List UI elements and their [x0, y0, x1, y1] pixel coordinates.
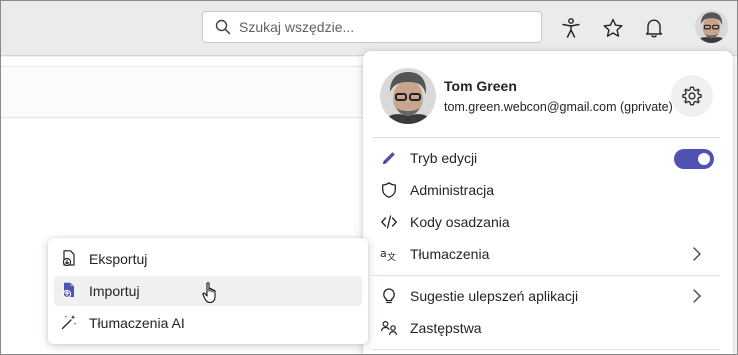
toggle-knob	[698, 153, 710, 165]
import-icon	[60, 281, 78, 302]
panel-divider	[372, 137, 720, 138]
submenu-item-export[interactable]: Eksportuj	[54, 244, 362, 274]
submenu-item-ai-translations[interactable]: Tłumaczenia AI	[54, 308, 362, 338]
avatar[interactable]	[695, 10, 728, 43]
notifications-button[interactable]	[639, 13, 669, 43]
chevron-right-icon	[690, 288, 704, 307]
menu-item-label: Tryb edycji	[410, 150, 478, 166]
submenu-item-label: Eksportuj	[89, 251, 148, 267]
bell-icon	[645, 19, 663, 38]
gear-icon	[682, 86, 702, 106]
menu-item-label: Sugestie ulepszeń aplikacji	[410, 288, 579, 304]
hand-cursor-icon	[201, 281, 221, 308]
menu-item-substitutions[interactable]: Zastępstwa	[372, 313, 722, 343]
menu-item-label: Zastępstwa	[410, 320, 482, 336]
favorites-button[interactable]	[598, 13, 628, 43]
page-header-strip	[0, 66, 380, 118]
search-placeholder: Szukaj wszędzie...	[239, 19, 355, 35]
code-icon	[380, 213, 398, 231]
panel-divider	[372, 275, 720, 276]
accessibility-icon	[562, 18, 580, 38]
export-icon	[60, 249, 78, 270]
chevron-right-icon	[690, 246, 704, 265]
svg-text:文: 文	[387, 251, 396, 263]
profile-avatar	[380, 68, 436, 124]
shield-icon	[380, 181, 398, 199]
user-photo-icon	[695, 10, 728, 43]
submenu-item-label: Importuj	[89, 283, 140, 299]
settings-button[interactable]	[671, 75, 713, 117]
search-icon	[215, 19, 231, 35]
magic-wand-icon	[60, 313, 78, 334]
user-photo-icon	[380, 68, 436, 124]
pencil-icon	[380, 149, 398, 167]
menu-item-translations[interactable]: a 文 Tłumaczenia	[372, 239, 722, 269]
panel-divider	[372, 349, 720, 350]
menu-item-embed-codes[interactable]: Kody osadzania	[372, 207, 722, 237]
menu-item-administration[interactable]: Administracja	[372, 175, 722, 205]
menu-item-edit-mode[interactable]: Tryb edycji	[372, 143, 722, 173]
edit-mode-toggle[interactable]	[674, 149, 714, 169]
submenu-item-label: Tłumaczenia AI	[89, 315, 185, 331]
top-bar: Szukaj wszędzie...	[0, 0, 738, 56]
svg-text:a: a	[380, 247, 387, 260]
accessibility-button[interactable]	[556, 13, 586, 43]
menu-item-label: Kody osadzania	[410, 214, 510, 230]
lightbulb-icon	[380, 287, 398, 305]
translate-icon: a 文	[380, 245, 398, 263]
profile-name: Tom Green	[444, 78, 517, 94]
menu-item-label: Administracja	[410, 182, 495, 198]
profile-panel: Tom Green tom.green.webcon@gmail.com (gp…	[363, 51, 733, 355]
profile-email: tom.green.webcon@gmail.com (gprivate)	[444, 100, 673, 114]
search-input[interactable]: Szukaj wszędzie...	[202, 11, 542, 43]
star-icon	[603, 18, 623, 37]
people-swap-icon	[380, 319, 398, 337]
menu-item-suggestions[interactable]: Sugestie ulepszeń aplikacji	[372, 281, 722, 311]
menu-item-label: Tłumaczenia	[410, 246, 490, 262]
